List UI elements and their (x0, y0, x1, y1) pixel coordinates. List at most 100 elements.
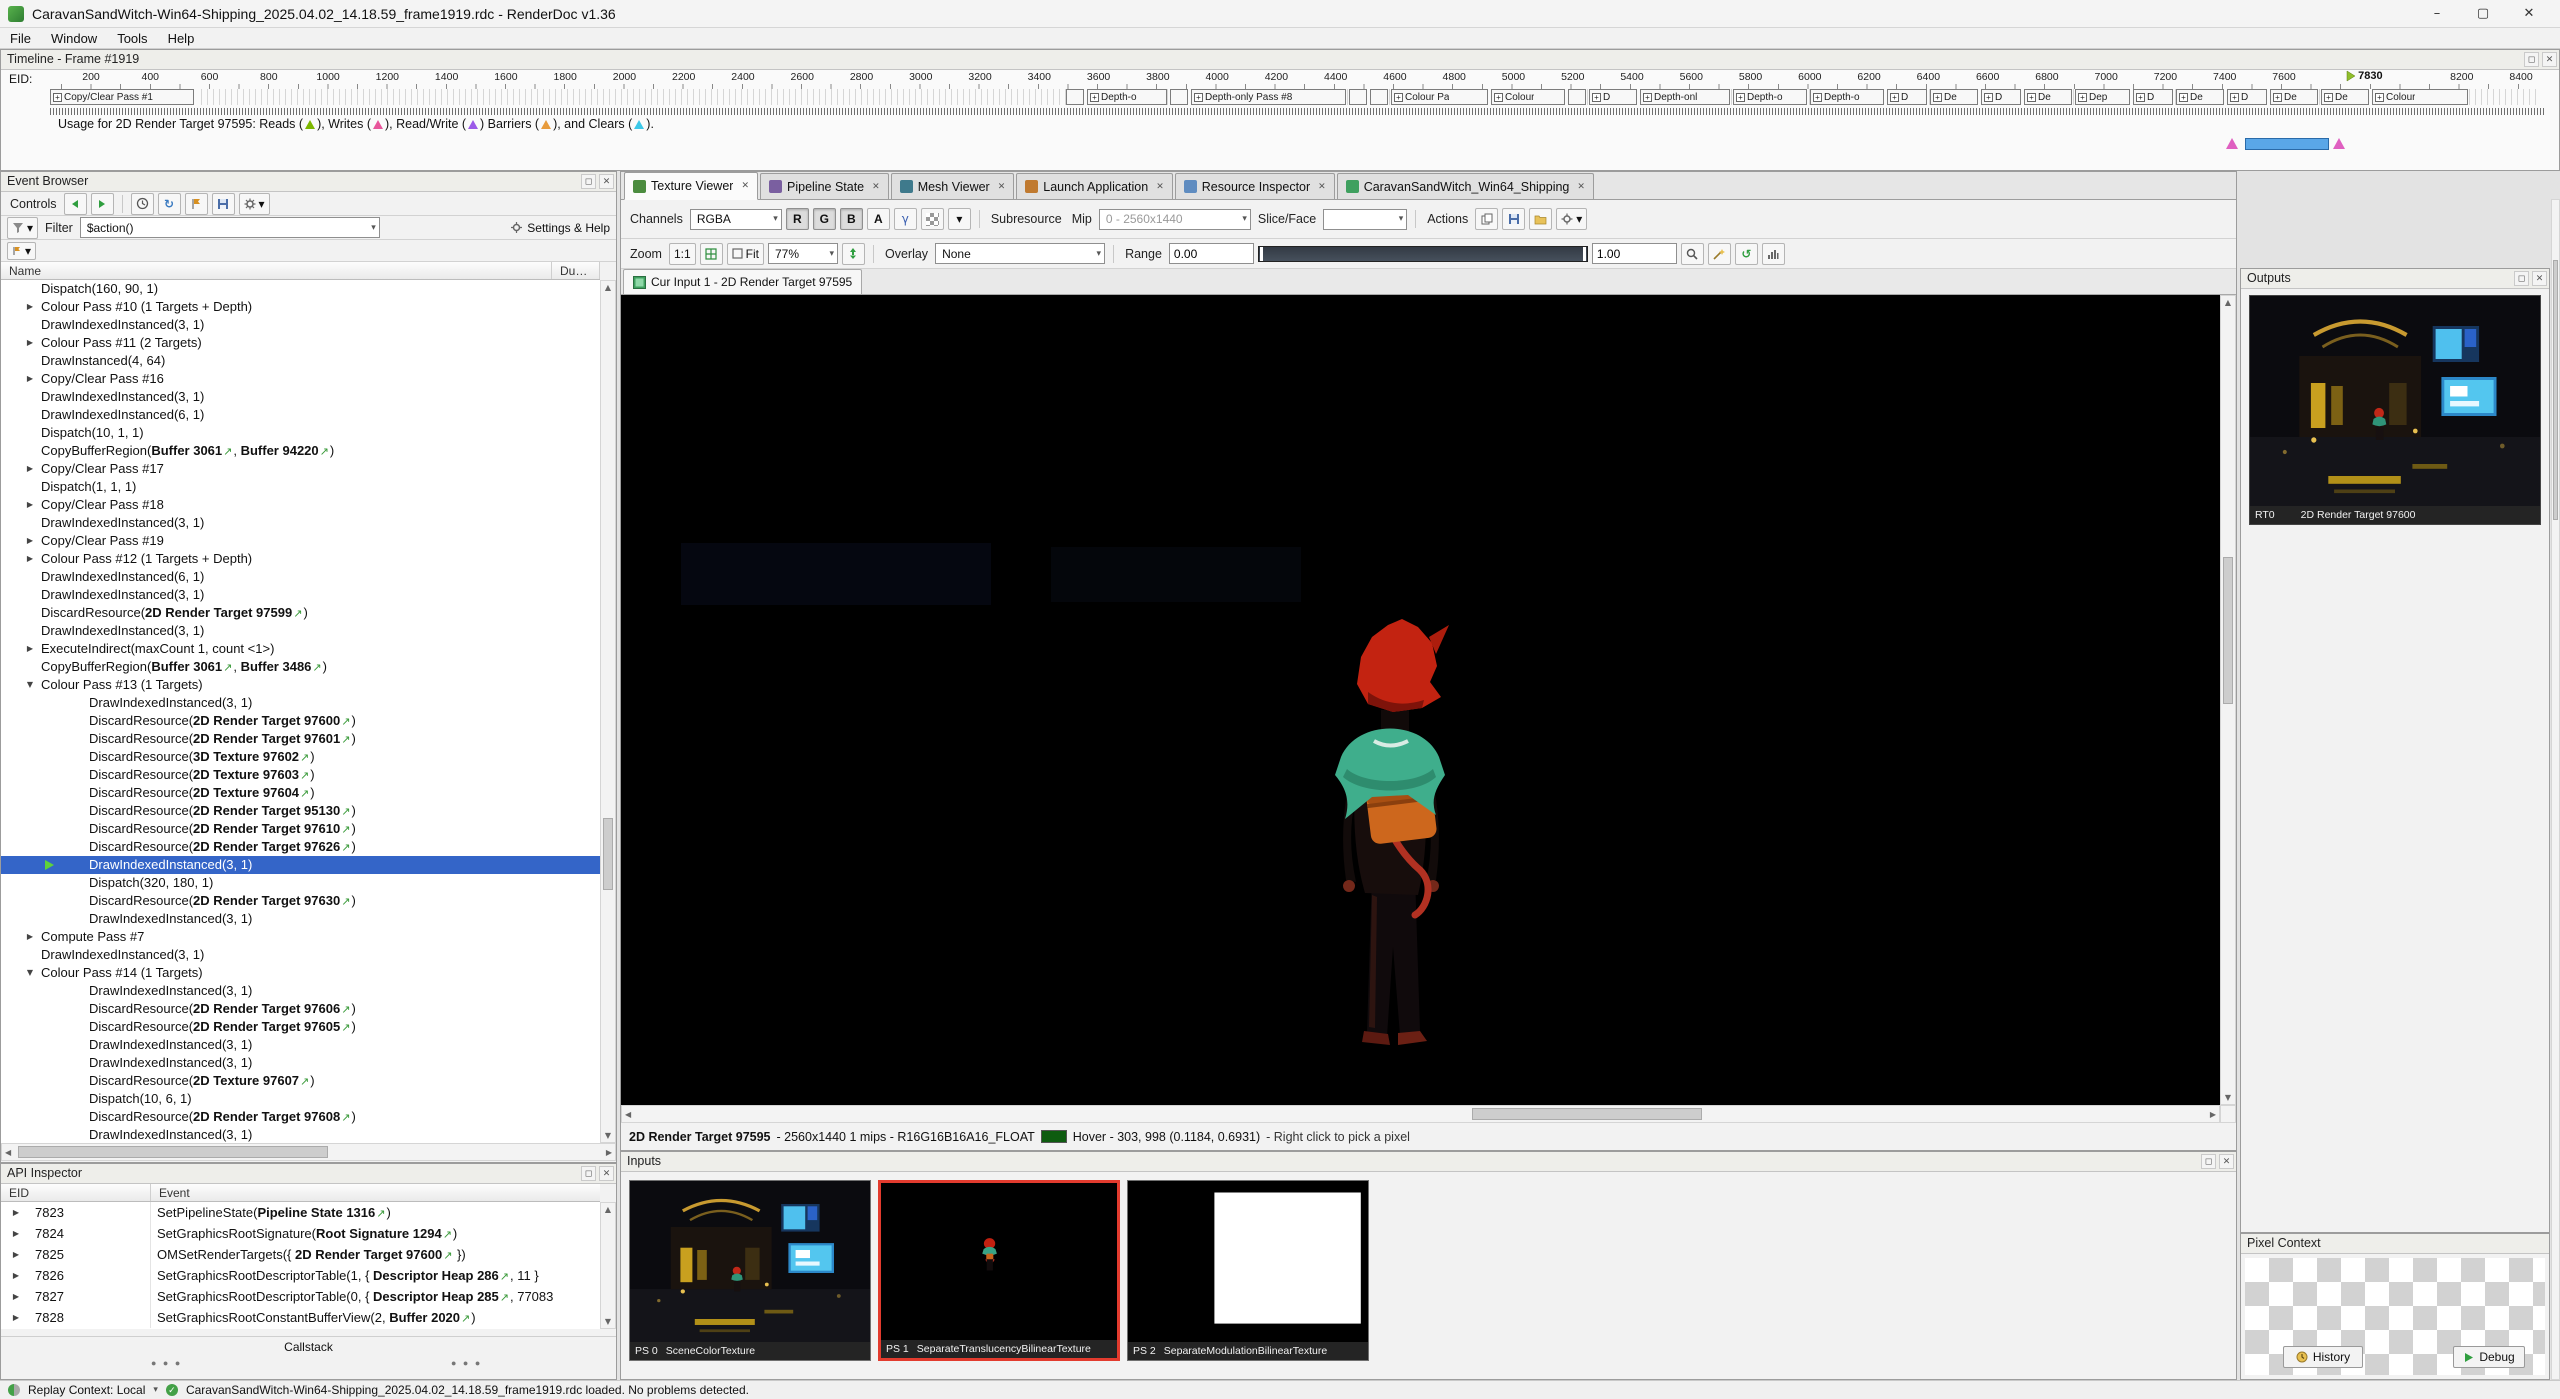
resource-link-icon[interactable]: ↗ (443, 1249, 452, 1262)
expand-icon[interactable]: ▶ (9, 1307, 23, 1328)
tab-resource-inspector[interactable]: Resource Inspector✕ (1175, 173, 1335, 199)
input-thumbnail-ps1[interactable]: PS 1 SeparateTranslucencyBilinearTexture (878, 1180, 1120, 1361)
resource-link-icon[interactable]: ↗ (300, 751, 309, 764)
event-row[interactable]: DrawIndexedInstanced(3, 1) (1, 856, 600, 874)
event-row[interactable]: Dispatch(160, 90, 1) (1, 280, 600, 298)
api-event-row[interactable]: ▶7825OMSetRenderTargets({ 2D Render Targ… (1, 1244, 600, 1265)
history-button[interactable]: History (2283, 1346, 2363, 1368)
replay-context[interactable]: Replay Context: Local (28, 1383, 145, 1397)
float-panel-icon[interactable]: ◻ (2201, 1154, 2216, 1169)
texture-settings-button[interactable]: ▾ (1556, 208, 1587, 230)
event-row[interactable]: ▼Colour Pass #13 (1 Targets) (1, 676, 600, 694)
expand-icon[interactable]: + (53, 93, 62, 102)
time-events-button[interactable] (131, 193, 154, 215)
output-thumbnail-rt0[interactable]: RT0 2D Render Target 97600 (2249, 295, 2541, 525)
expand-icon[interactable]: ▶ (9, 1265, 23, 1286)
float-panel-icon[interactable]: ◻ (581, 174, 596, 189)
debug-button[interactable]: Debug (2453, 1346, 2525, 1368)
resource-link-icon[interactable]: ↗ (341, 895, 350, 908)
timeline-pass-block[interactable] (1370, 89, 1388, 105)
resource-link-icon[interactable]: ↗ (223, 661, 232, 674)
range-min-input[interactable] (1169, 243, 1254, 264)
event-row[interactable]: DrawIndexedInstanced(3, 1) (1, 946, 600, 964)
zoom-range-button[interactable] (1681, 243, 1704, 265)
event-row[interactable]: DiscardResource(2D Render Target 97600↗) (1, 712, 600, 730)
expand-icon[interactable]: + (1813, 93, 1822, 102)
scroll-left-icon[interactable]: ◀ (625, 1110, 631, 1119)
close-icon[interactable]: ✕ (872, 182, 880, 192)
event-row[interactable]: DiscardResource(2D Texture 97603↗) (1, 766, 600, 784)
bookmarks-dropdown-button[interactable]: ▾ (7, 242, 36, 260)
zoom-1to1-button[interactable]: 1:1 (669, 243, 696, 265)
texture-view-hscrollbar[interactable]: ◀ ▶ (621, 1105, 2220, 1123)
expand-icon[interactable]: ▶ (23, 640, 37, 658)
close-icon[interactable]: ✕ (1156, 182, 1164, 192)
tab-texture-viewer[interactable]: Texture Viewer✕ (624, 172, 758, 200)
open-texture-button[interactable] (1529, 208, 1552, 230)
column-header-eid[interactable]: EID (1, 1184, 151, 1201)
expand-icon[interactable]: + (1494, 93, 1503, 102)
close-icon[interactable]: ✕ (2219, 1154, 2234, 1169)
event-row[interactable]: ▶Copy/Clear Pass #16 (1, 370, 600, 388)
event-row[interactable]: DrawIndexedInstanced(3, 1) (1, 1036, 600, 1054)
expand-icon[interactable]: ▶ (23, 532, 37, 550)
timeline-pass-block[interactable] (1568, 89, 1586, 105)
zoom-dropdown[interactable]: 77%▾ (768, 243, 838, 264)
close-icon[interactable]: ✕ (1318, 182, 1326, 192)
event-row[interactable]: DrawIndexedInstanced(6, 1) (1, 568, 600, 586)
float-panel-icon[interactable]: ◻ (2514, 271, 2529, 286)
scroll-down-icon[interactable]: ▼ (601, 1317, 615, 1326)
event-browser-vscrollbar[interactable]: ▲ ▼ (600, 280, 616, 1143)
resource-link-icon[interactable]: ↗ (300, 769, 309, 782)
resource-link-icon[interactable]: ↗ (341, 733, 350, 746)
background-dropdown-button[interactable]: ▾ (948, 208, 971, 230)
timeline-pass-block[interactable]: +De (2270, 89, 2318, 105)
splitter-grip-icon[interactable]: ● ● ● (151, 1358, 182, 1368)
float-panel-icon[interactable]: ◻ (2524, 52, 2539, 67)
close-icon[interactable]: ✕ (2532, 271, 2547, 286)
timeline-pass-block[interactable]: +Dep (2075, 89, 2130, 105)
view-range-bar[interactable] (2245, 138, 2329, 150)
timeline-pass-block[interactable] (1066, 89, 1084, 105)
chevron-down-icon[interactable]: ▾ (153, 1385, 158, 1395)
expand-icon[interactable]: ▶ (9, 1223, 23, 1244)
api-event-row[interactable]: ▶7827SetGraphicsRootDescriptorTable(0, {… (1, 1286, 600, 1307)
resource-link-icon[interactable]: ↗ (341, 1003, 350, 1016)
event-row[interactable]: DiscardResource(2D Render Target 97605↗) (1, 1018, 600, 1036)
timeline-pass-block[interactable] (1170, 89, 1188, 105)
timeline-pass-block[interactable] (1349, 89, 1367, 105)
event-browser-hscrollbar[interactable]: ◀ ▶ (1, 1143, 616, 1161)
tab-pipeline-state[interactable]: Pipeline State✕ (760, 173, 889, 199)
callstack-section[interactable]: Callstack (1, 1336, 616, 1354)
close-icon[interactable]: ✕ (599, 1166, 614, 1181)
timeline-pass-block[interactable]: +Depth-onl (1640, 89, 1730, 105)
tab-caravansandwitch-win64-shipping[interactable]: CaravanSandWitch_Win64_Shipping✕ (1337, 173, 1594, 199)
timeline-pass-block[interactable]: +Colour (1491, 89, 1565, 105)
zoom-grid-button[interactable] (700, 243, 723, 265)
resource-link-icon[interactable]: ↗ (320, 445, 329, 458)
timeline-pass-block[interactable]: +D (1887, 89, 1927, 105)
export-events-button[interactable] (212, 193, 235, 215)
api-event-row[interactable]: ▶7826SetGraphicsRootDescriptorTable(1, {… (1, 1265, 600, 1286)
expand-icon[interactable]: + (1643, 93, 1652, 102)
timeline-pass-block[interactable]: +De (2321, 89, 2369, 105)
range-max-input[interactable] (1592, 243, 1677, 264)
timeline-pass-block[interactable]: +Depth-o (1810, 89, 1884, 105)
event-row[interactable]: DrawIndexedInstanced(3, 1) (1, 694, 600, 712)
scrollbar-thumb[interactable] (603, 818, 613, 890)
timeline-pass-block[interactable]: +Depth-o (1087, 89, 1167, 105)
event-row[interactable]: CopyBufferRegion(Buffer 3061↗, Buffer 94… (1, 442, 600, 460)
histogram-button[interactable] (1762, 243, 1785, 265)
scroll-up-icon[interactable]: ▲ (601, 283, 615, 292)
close-icon[interactable]: ✕ (741, 181, 749, 191)
expand-icon[interactable]: ▶ (23, 298, 37, 316)
scrollbar-thumb[interactable] (1472, 1108, 1702, 1120)
close-button[interactable]: ✕ (2506, 0, 2552, 27)
settings-help-link[interactable]: Settings & Help (527, 221, 610, 235)
reset-range-button[interactable]: ↺ (1735, 243, 1758, 265)
tab-mesh-viewer[interactable]: Mesh Viewer✕ (891, 173, 1015, 199)
overlay-dropdown[interactable]: None▾ (935, 243, 1105, 264)
resource-link-icon[interactable]: ↗ (443, 1228, 452, 1241)
mip-dropdown[interactable]: 0 - 2560x1440▾ (1099, 209, 1251, 230)
menu-item-window[interactable]: Window (41, 28, 107, 48)
